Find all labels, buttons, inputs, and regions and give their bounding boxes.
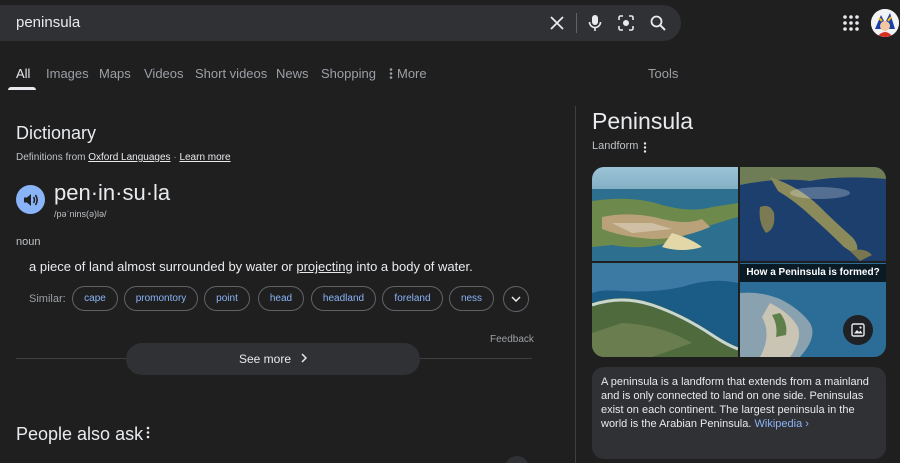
similar-chip-ness[interactable]: ness bbox=[449, 286, 494, 311]
tab-more[interactable]: More bbox=[389, 66, 427, 81]
tab-all[interactable]: All bbox=[16, 66, 30, 81]
source-separator: · bbox=[173, 152, 177, 163]
definition-text: a piece of land almost surrounded by wat… bbox=[29, 259, 473, 274]
definition-link-projecting[interactable]: projecting bbox=[296, 259, 352, 274]
knowledge-panel-subtitle: Landform bbox=[592, 140, 639, 152]
similar-chip-cape[interactable]: cape bbox=[72, 286, 118, 311]
apps-grid-icon[interactable] bbox=[842, 14, 860, 32]
tab-more-label: More bbox=[397, 66, 427, 81]
see-more-label: See more bbox=[238, 352, 292, 366]
search-icon[interactable] bbox=[648, 13, 668, 33]
more-vert-icon bbox=[389, 68, 393, 79]
people-also-ask-title: People also ask bbox=[16, 424, 144, 444]
more-vert-icon[interactable] bbox=[643, 140, 647, 158]
avatar[interactable] bbox=[871, 9, 899, 37]
tab-images[interactable]: Images bbox=[46, 66, 89, 81]
microphone-icon[interactable] bbox=[585, 13, 605, 33]
tab-short-videos[interactable]: Short videos bbox=[195, 66, 267, 81]
feedback-link[interactable]: Feedback bbox=[490, 334, 534, 345]
source-prefix: Definitions from bbox=[16, 152, 86, 163]
tab-videos[interactable]: Videos bbox=[144, 66, 184, 81]
see-more-button[interactable]: See more bbox=[126, 343, 420, 375]
view-images-button[interactable] bbox=[843, 315, 873, 345]
peninsula-image-3[interactable] bbox=[592, 263, 738, 357]
dictionary-word: pen·in·su·la bbox=[54, 180, 171, 205]
similar-chip-headland[interactable]: headland bbox=[311, 286, 376, 311]
tools-button[interactable]: Tools bbox=[648, 66, 678, 81]
clear-icon[interactable] bbox=[547, 13, 567, 33]
knowledge-panel-images bbox=[592, 167, 886, 357]
similar-chip-foreland[interactable]: foreland bbox=[382, 286, 443, 311]
search-input[interactable] bbox=[16, 14, 516, 31]
tab-shopping[interactable]: Shopping bbox=[321, 66, 376, 81]
dictionary-source: Definitions from Oxford Languages · Lear… bbox=[16, 152, 231, 163]
similar-chip-head[interactable]: head bbox=[258, 286, 304, 311]
definition-part-2: into a body of water. bbox=[352, 259, 473, 274]
image-icon bbox=[851, 323, 865, 337]
image-caption: How a Peninsula is formed? bbox=[740, 264, 886, 282]
part-of-speech: noun bbox=[16, 236, 41, 248]
chevron-down-icon bbox=[511, 296, 521, 302]
tab-news[interactable]: News bbox=[276, 66, 309, 81]
results-page: All Images Maps Videos Short videos News… bbox=[0, 0, 900, 463]
knowledge-panel-title: Peninsula bbox=[592, 108, 694, 134]
more-vert-icon[interactable] bbox=[146, 426, 150, 444]
pronunciation-button[interactable] bbox=[16, 185, 45, 214]
expand-similar-button[interactable] bbox=[503, 286, 529, 312]
similar-label: Similar: bbox=[29, 293, 66, 305]
tab-maps[interactable]: Maps bbox=[99, 66, 131, 81]
search-bar[interactable] bbox=[0, 5, 681, 41]
phonetic-spelling: /pəˈnins(ə)lə/ bbox=[54, 209, 107, 219]
search-tabs: All Images Maps Videos Short videos News… bbox=[0, 60, 900, 90]
search-bar-divider bbox=[576, 13, 577, 33]
chevron-right-icon bbox=[301, 352, 308, 366]
similar-chip-point[interactable]: point bbox=[204, 286, 250, 311]
dictionary-title: Dictionary bbox=[16, 123, 97, 143]
peninsula-image-1[interactable] bbox=[592, 167, 738, 261]
active-tab-indicator bbox=[8, 87, 36, 90]
oxford-languages-link[interactable]: Oxford Languages bbox=[88, 152, 170, 163]
panel-divider bbox=[575, 106, 576, 463]
expand-question-button[interactable] bbox=[505, 456, 529, 463]
similar-chip-promontory[interactable]: promontory bbox=[124, 286, 198, 311]
speaker-icon bbox=[23, 193, 38, 206]
peninsula-image-2[interactable] bbox=[740, 167, 886, 261]
definition-part-1: a piece of land almost surrounded by wat… bbox=[29, 259, 297, 274]
learn-more-link[interactable]: Learn more bbox=[179, 152, 230, 163]
knowledge-panel-description: A peninsula is a landform that extends f… bbox=[592, 367, 886, 459]
wikipedia-link[interactable]: Wikipedia › bbox=[755, 418, 809, 430]
lens-icon[interactable] bbox=[616, 13, 636, 33]
description-text: A peninsula is a landform that extends f… bbox=[601, 376, 869, 430]
